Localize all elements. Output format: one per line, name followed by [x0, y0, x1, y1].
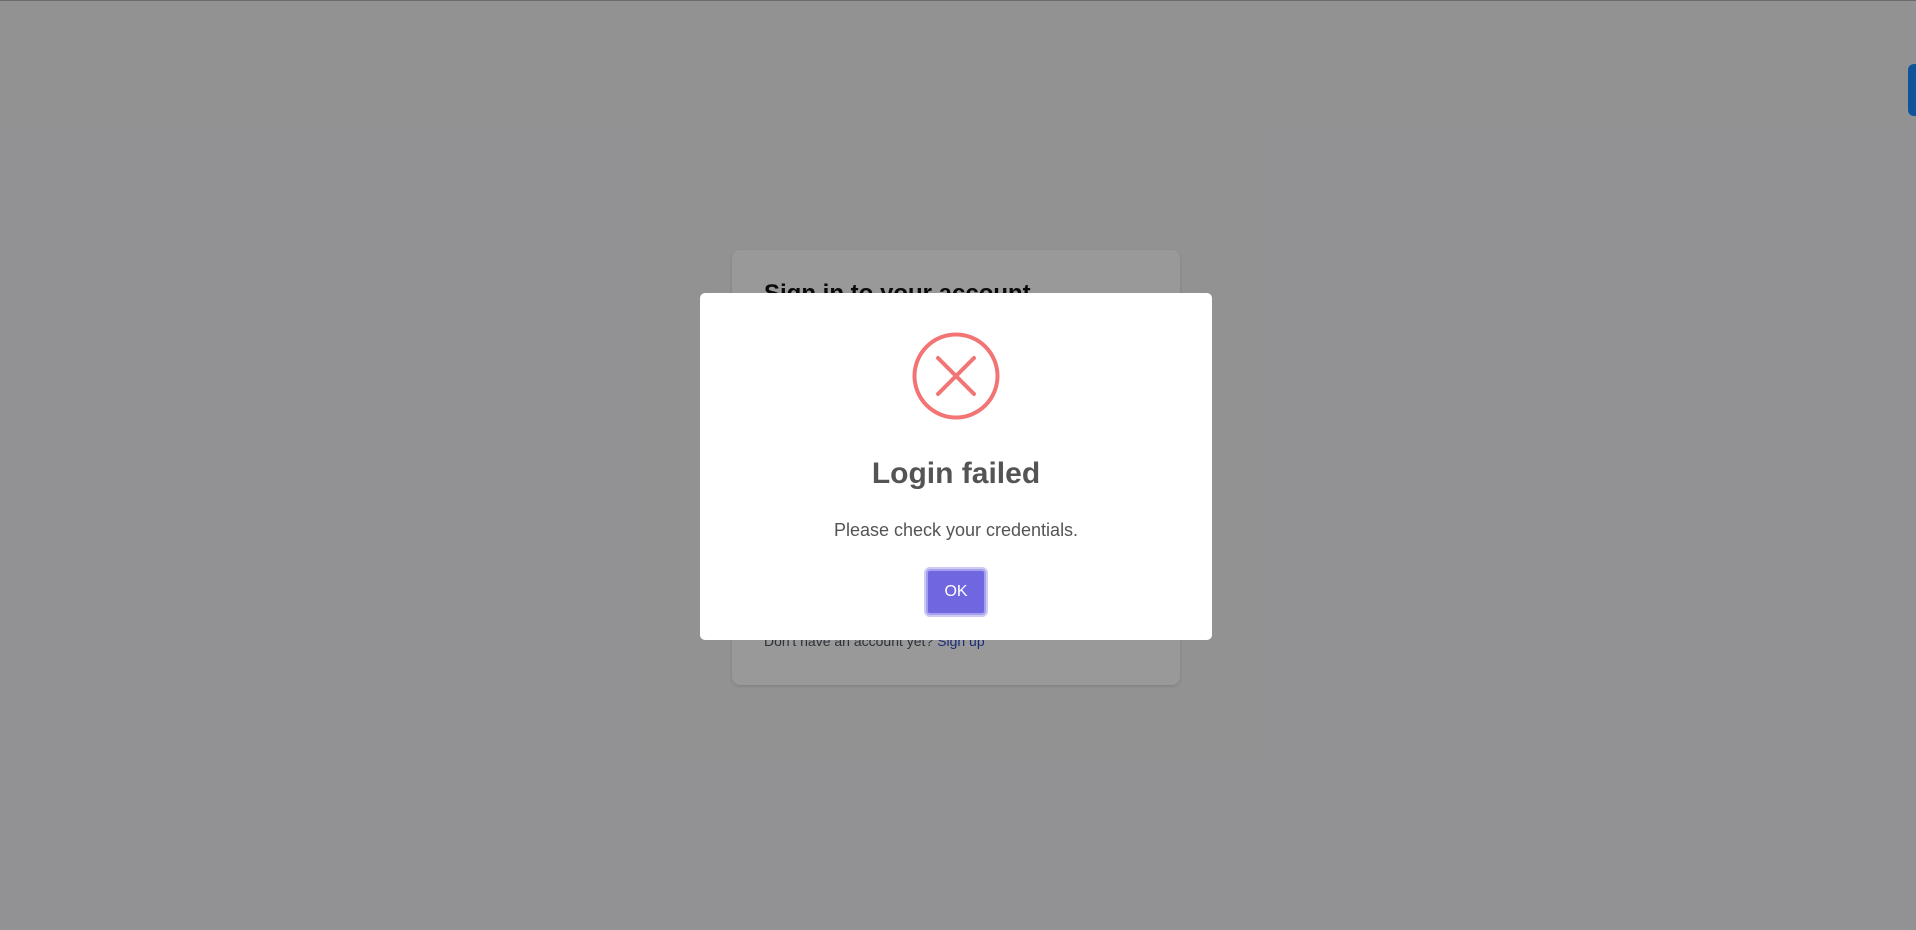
ok-button[interactable]: OK [926, 569, 986, 615]
error-dialog: Login failed Please check your credentia… [700, 293, 1212, 640]
dialog-title: Login failed [871, 457, 1041, 490]
page: Sign in to your account Don't have an ac… [0, 0, 1916, 930]
error-x-circle-icon [912, 332, 1000, 420]
dialog-message: Please check your credentials. [833, 520, 1079, 540]
